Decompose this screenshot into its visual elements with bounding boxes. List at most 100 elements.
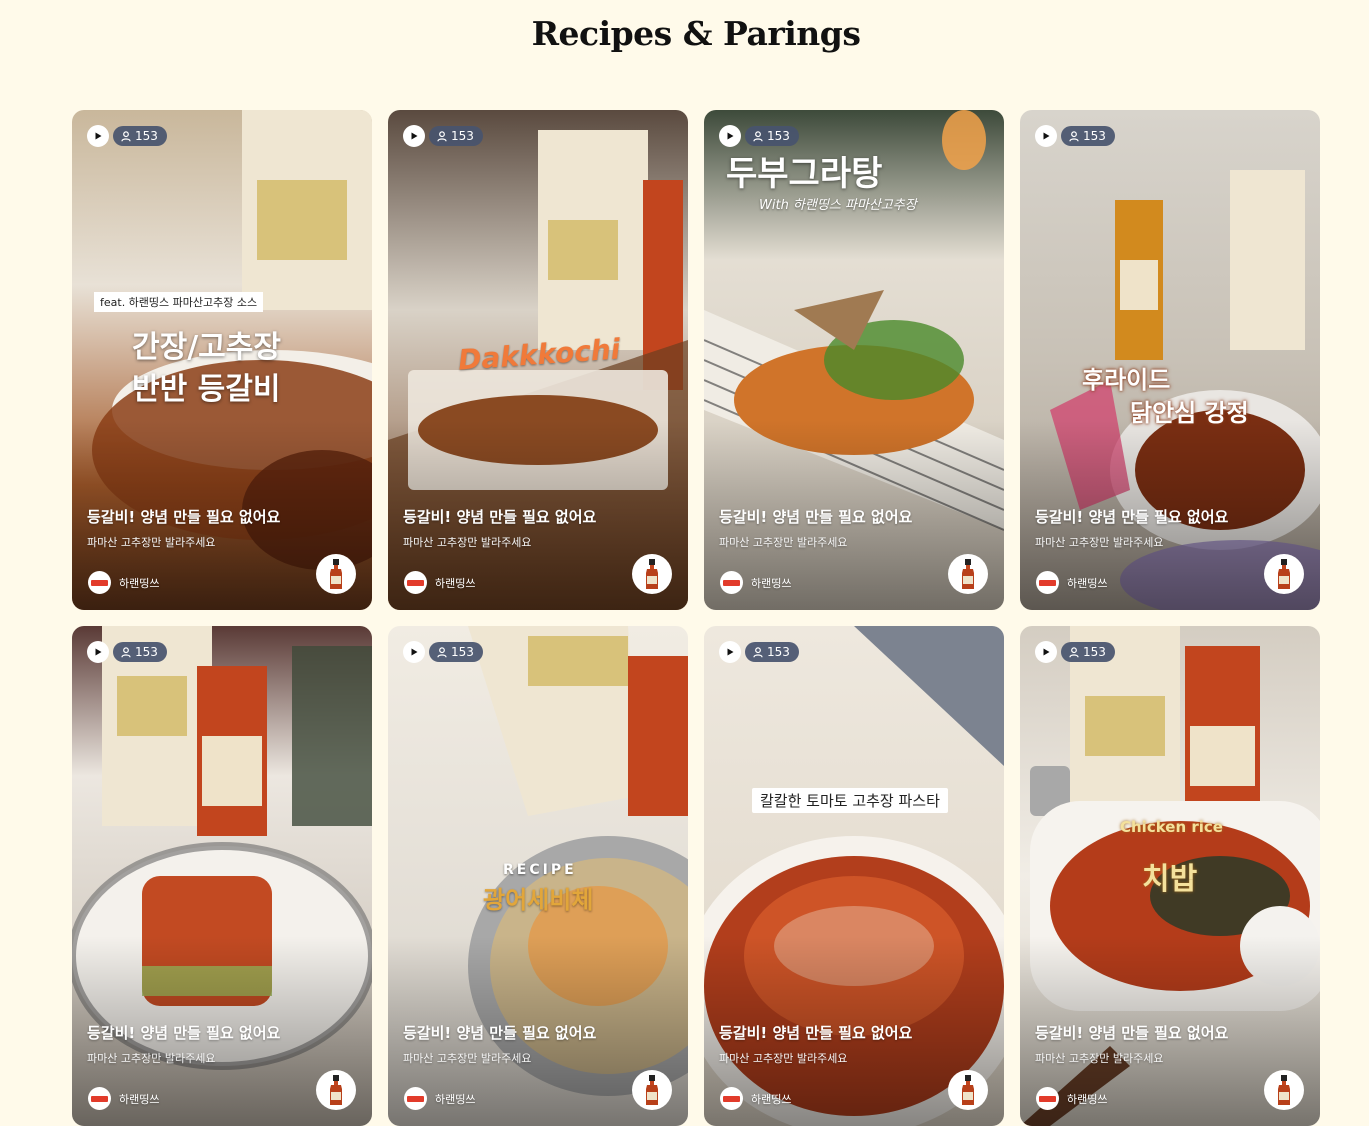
overlay-title: 닭안심 강정 [1130,399,1249,427]
card-title: 등갈비! 양념 만들 필요 없어요 [403,1024,597,1042]
avatar [1036,571,1059,594]
recipe-grid: feat. 하랜띵스 파마산고추장 소스 간장/고추장 반반 등갈비 153 등… [72,110,1320,1126]
overlay-label: RECIPE [503,862,577,878]
product-thumbnail[interactable] [316,554,356,594]
author[interactable]: 하랜띵쓰 [1036,571,1107,594]
play-icon[interactable] [403,125,425,147]
avatar [404,571,427,594]
viewer-count-badge: 153 [429,126,483,146]
avatar [720,1087,743,1110]
card-badges: 153 [719,641,799,663]
play-icon[interactable] [719,125,741,147]
overlay-subtitle: With 하랜띵스 파마산고추장 [759,198,917,213]
card-badges: 153 [403,641,483,663]
card-subtitle: 파마산 고추장만 발라주세요 [403,536,532,549]
viewer-count: 153 [1083,129,1106,143]
card-badges: 153 [87,641,167,663]
overlay-label: 칼칼한 토마토 고추장 파스타 [752,788,948,813]
user-icon [437,646,447,657]
card-title: 등갈비! 양념 만들 필요 없어요 [719,508,913,526]
author[interactable]: 하랜띵쓰 [720,1087,791,1110]
overlay-title: 치밥 [1142,862,1198,897]
author-name: 하랜띵쓰 [1067,1092,1108,1106]
page-title: Recipes & Parings [531,14,861,53]
product-thumbnail[interactable] [1264,554,1304,594]
recipe-card[interactable]: Dakkkochi 153 등갈비! 양념 만들 필요 없어요 파마산 고추장만… [388,110,688,610]
author-name: 하랜띵쓰 [1067,576,1108,590]
product-thumbnail[interactable] [632,554,672,594]
overlay-title: 광어세비체 [483,886,594,914]
product-thumbnail[interactable] [1264,1070,1304,1110]
author[interactable]: 하랜띵쓰 [404,1087,475,1110]
author-name: 하랜띵쓰 [435,576,476,590]
card-badges: 153 [719,125,799,147]
viewer-count-badge: 153 [429,642,483,662]
card-badges: 153 [87,125,167,147]
card-title: 등갈비! 양념 만들 필요 없어요 [1035,508,1229,526]
recipe-card[interactable]: 후라이드 닭안심 강정 153 등갈비! 양념 만들 필요 없어요 파마산 고추… [1020,110,1320,610]
play-icon[interactable] [403,641,425,663]
avatar [1036,1087,1059,1110]
card-subtitle: 파마산 고추장만 발라주세요 [87,536,216,549]
product-thumbnail[interactable] [632,1070,672,1110]
viewer-count-badge: 153 [745,126,799,146]
overlay-title: 반반 등갈비 [132,372,281,407]
recipe-card[interactable]: feat. 하랜띵스 파마산고추장 소스 간장/고추장 반반 등갈비 153 등… [72,110,372,610]
card-title: 등갈비! 양념 만들 필요 없어요 [87,1024,281,1042]
play-icon[interactable] [87,125,109,147]
play-icon[interactable] [1035,125,1057,147]
product-thumbnail[interactable] [948,1070,988,1110]
avatar [88,571,111,594]
card-subtitle: 파마산 고추장만 발라주세요 [403,1052,532,1065]
card-badges: 153 [403,125,483,147]
recipe-card[interactable]: 두부그라탕 With 하랜띵스 파마산고추장 153 등갈비! 양념 만들 필요… [704,110,1004,610]
overlay-title: 간장/고추장 [132,330,281,365]
play-icon[interactable] [1035,641,1057,663]
user-icon [1069,646,1079,657]
viewer-count: 153 [767,645,790,659]
card-badges: 153 [1035,641,1115,663]
hot-sauce-bottle-icon [330,559,342,589]
viewer-count-badge: 153 [113,126,167,146]
author-name: 하랜띵쓰 [435,1092,476,1106]
author[interactable]: 하랜띵쓰 [720,571,791,594]
viewer-count: 153 [135,129,158,143]
author[interactable]: 하랜띵쓰 [88,571,159,594]
card-title: 등갈비! 양념 만들 필요 없어요 [1035,1024,1229,1042]
viewer-count: 153 [767,129,790,143]
hot-sauce-bottle-icon [646,1075,658,1105]
user-icon [1069,130,1079,141]
recipe-card[interactable]: Chicken rice 치밥 153 등갈비! 양념 만들 필요 없어요 파마… [1020,626,1320,1126]
author[interactable]: 하랜띵쓰 [1036,1087,1107,1110]
author-name: 하랜띵쓰 [751,576,792,590]
author[interactable]: 하랜띵쓰 [404,571,475,594]
card-title: 등갈비! 양념 만들 필요 없어요 [87,508,281,526]
product-thumbnail[interactable] [948,554,988,594]
avatar [88,1087,111,1110]
author[interactable]: 하랜띵쓰 [88,1087,159,1110]
play-icon[interactable] [719,641,741,663]
play-icon[interactable] [87,641,109,663]
overlay-title: 후라이드 [1082,366,1171,394]
card-badges: 153 [1035,125,1115,147]
viewer-count: 153 [1083,645,1106,659]
hot-sauce-bottle-icon [646,559,658,589]
viewer-count-badge: 153 [1061,126,1115,146]
recipe-card[interactable]: 칼칼한 토마토 고추장 파스타 153 등갈비! 양념 만들 필요 없어요 파마… [704,626,1004,1126]
hot-sauce-bottle-icon [962,559,974,589]
viewer-count-badge: 153 [1061,642,1115,662]
viewer-count-badge: 153 [745,642,799,662]
card-subtitle: 파마산 고추장만 발라주세요 [719,536,848,549]
user-icon [121,646,131,657]
author-name: 하랜띵쓰 [119,1092,160,1106]
user-icon [121,130,131,141]
author-name: 하랜띵쓰 [751,1092,792,1106]
product-thumbnail[interactable] [316,1070,356,1110]
hot-sauce-bottle-icon [330,1075,342,1105]
hot-sauce-bottle-icon [1278,559,1290,589]
viewer-count-badge: 153 [113,642,167,662]
hot-sauce-bottle-icon [962,1075,974,1105]
recipe-card[interactable]: RECIPE 광어세비체 153 등갈비! 양념 만들 필요 없어요 파마산 고… [388,626,688,1126]
hot-sauce-bottle-icon [1278,1075,1290,1105]
recipe-card[interactable]: 153 등갈비! 양념 만들 필요 없어요 파마산 고추장만 발라주세요 하랜띵… [72,626,372,1126]
